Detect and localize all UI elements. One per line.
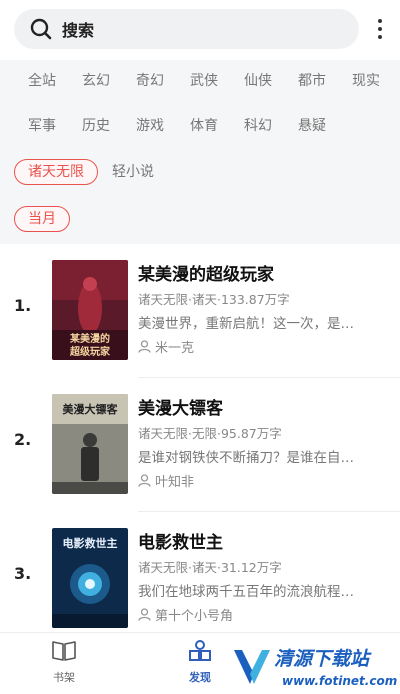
- book-description: 美漫世界，重新启航！这一次，是…: [138, 316, 354, 332]
- watermark-title: 清源下载站: [274, 648, 370, 670]
- book-author: 第十个小号角: [138, 605, 233, 624]
- svg-text:美漫大镖客: 美漫大镖客: [63, 402, 119, 416]
- book-meta: 诸天无限·诸天·31.12万字: [138, 560, 282, 575]
- watermark-url: www.fotinet.com: [282, 674, 398, 688]
- category-xuanyi[interactable]: 悬疑: [298, 111, 326, 141]
- category-qihuan[interactable]: 奇幻: [136, 66, 164, 96]
- subcategory-light-novel[interactable]: 轻小说: [112, 157, 154, 187]
- nav-label: 发现: [189, 671, 211, 684]
- svg-text:超级玩家: 超级玩家: [69, 345, 111, 358]
- watermark: 清源下载站 www.fotinet.com: [230, 640, 400, 694]
- book-description: 我们在地球两千五百年的流浪航程…: [138, 584, 354, 600]
- list-item[interactable]: 3. 电影救世主 电影救世主 诸天无限·诸天·31.12万字 我们在地球两千五百…: [0, 512, 400, 632]
- book-author: 叶知非: [138, 471, 194, 490]
- rank-number: 1.: [14, 296, 32, 315]
- category-junshi[interactable]: 军事: [28, 111, 56, 141]
- author-name: 叶知非: [155, 475, 195, 490]
- book-meta: 诸天无限·诸天·133.87万字: [138, 292, 290, 307]
- category-lishi[interactable]: 历史: [82, 111, 110, 141]
- nav-bookshelf[interactable]: 书架: [34, 639, 94, 685]
- rank-number: 3.: [14, 564, 32, 583]
- book-cover: 某美漫的 超级玩家: [52, 260, 128, 360]
- svg-text:某美漫的: 某美漫的: [70, 332, 110, 345]
- book-meta: 诸天无限·无限·95.87万字: [138, 426, 282, 441]
- nav-discover[interactable]: 发现: [170, 639, 230, 685]
- category-xianshi[interactable]: 现实: [352, 66, 380, 96]
- person-icon: [138, 608, 151, 621]
- person-icon: [138, 340, 151, 353]
- book-description: 是谁对钢铁侠不断捅刀？是谁在自…: [138, 450, 354, 466]
- svg-text:电影救世主: 电影救世主: [63, 536, 118, 550]
- book-cover: 美漫大镖客: [52, 394, 128, 494]
- author-name: 第十个小号角: [155, 609, 234, 624]
- search-icon: [30, 18, 52, 40]
- book-cover: 电影救世主: [52, 528, 128, 628]
- more-options-icon[interactable]: [370, 14, 390, 44]
- top-bar: 搜索: [0, 0, 400, 60]
- category-xuanhuan[interactable]: 玄幻: [82, 66, 110, 96]
- category-row-1: 全站 玄幻 奇幻 武侠 仙侠 都市 现实: [0, 66, 400, 96]
- watermark-logo-icon: [234, 650, 270, 684]
- category-tiyu[interactable]: 体育: [190, 111, 218, 141]
- book-title: 美漫大镖客: [138, 399, 223, 419]
- category-dushi[interactable]: 都市: [298, 66, 326, 96]
- book-title: 某美漫的超级玩家: [138, 265, 274, 285]
- period-selected[interactable]: 当月: [14, 206, 70, 232]
- book-list: 1. 某美漫的 超级玩家 某美漫的超级玩家 诸天无限·诸天·133.87万字 美…: [0, 244, 400, 632]
- list-item[interactable]: 2. 美漫大镖客 美漫大镖客 诸天无限·无限·95.87万字 是谁对钢铁侠不断捅…: [0, 378, 400, 512]
- search-bar[interactable]: 搜索: [14, 9, 359, 49]
- category-all[interactable]: 全站: [28, 66, 56, 96]
- nav-label: 书架: [53, 671, 75, 684]
- category-wuxia[interactable]: 武侠: [190, 66, 218, 96]
- category-xianxia[interactable]: 仙侠: [244, 66, 272, 96]
- filter-panel: 全站 玄幻 奇幻 武侠 仙侠 都市 现实 军事 历史 游戏 体育 科幻 悬疑 诸…: [0, 60, 400, 244]
- book-title: 电影救世主: [138, 533, 223, 553]
- author-name: 米一克: [155, 341, 195, 356]
- category-row-2: 军事 历史 游戏 体育 科幻 悬疑: [0, 111, 400, 141]
- book-author: 米一克: [138, 337, 194, 356]
- search-label: 搜索: [62, 21, 95, 40]
- person-icon: [138, 474, 151, 487]
- subcategory-selected[interactable]: 诸天无限: [14, 159, 98, 185]
- book-icon: [52, 641, 76, 661]
- discover-icon: [189, 640, 211, 661]
- category-youxi[interactable]: 游戏: [136, 111, 164, 141]
- category-kehuan[interactable]: 科幻: [244, 111, 272, 141]
- list-item[interactable]: 1. 某美漫的 超级玩家 某美漫的超级玩家 诸天无限·诸天·133.87万字 美…: [0, 244, 400, 378]
- rank-number: 2.: [14, 430, 32, 449]
